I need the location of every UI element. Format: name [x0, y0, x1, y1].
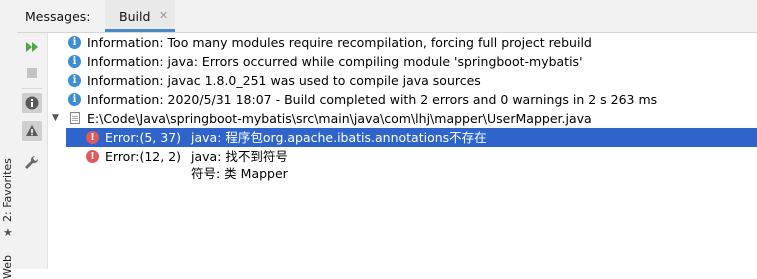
error-icon: [86, 128, 99, 147]
info-filter-icon[interactable]: [22, 93, 42, 113]
settings-wrench-icon[interactable]: [22, 153, 42, 173]
error-location: Error:(5, 37): [105, 130, 182, 145]
toolbar-divider: [22, 88, 42, 89]
build-messages-tree[interactable]: Information: Too many modules require re…: [48, 33, 757, 269]
rerun-icon[interactable]: [22, 37, 42, 57]
left-tool-strip: 2: Favorites ★ Web: [0, 0, 18, 279]
tab-build-label: Build: [119, 9, 151, 24]
error-icon: [86, 147, 99, 166]
list-item[interactable]: Information: java: Errors occurred while…: [48, 52, 757, 71]
web-tool-tab[interactable]: Web: [1, 255, 14, 279]
java-file-icon: [70, 112, 80, 124]
tab-build[interactable]: Build ✕: [105, 0, 175, 32]
file-path: E:\Code\Java\springboot-mybatis\src\main…: [87, 111, 592, 126]
info-icon: [68, 33, 81, 52]
list-item[interactable]: Information: javac 1.8.0_251 was used to…: [48, 71, 757, 90]
info-icon: [68, 90, 81, 109]
list-item[interactable]: Information: Too many modules require re…: [48, 33, 757, 52]
error-row-selected[interactable]: Error:(5, 37) java: 程序包org.apache.ibatis…: [66, 128, 757, 147]
error-detail: 符号: 类 Mapper: [191, 166, 288, 181]
info-icon: [68, 71, 81, 90]
messages-header: Messages: Build ✕: [17, 0, 757, 33]
warning-filter-icon[interactable]: [22, 121, 42, 141]
chevron-down-icon[interactable]: ▼: [52, 109, 59, 128]
messages-title: Messages:: [25, 9, 91, 24]
close-icon[interactable]: ✕: [159, 9, 168, 22]
list-item[interactable]: Information: 2020/5/31 18:07 - Build com…: [48, 90, 757, 109]
messages-toolbar: [17, 33, 48, 269]
info-icon: [68, 52, 81, 71]
file-node[interactable]: ▼ E:\Code\Java\springboot-mybatis\src\ma…: [48, 109, 757, 128]
error-message: java: 程序包org.apache.ibatis.annotations不存…: [191, 130, 487, 145]
error-detail-row[interactable]: 符号: 类 Mapper: [66, 164, 757, 183]
star-icon[interactable]: ★: [3, 226, 13, 239]
stop-icon[interactable]: [22, 63, 42, 83]
favorites-tool-tab[interactable]: 2: Favorites: [1, 158, 14, 222]
